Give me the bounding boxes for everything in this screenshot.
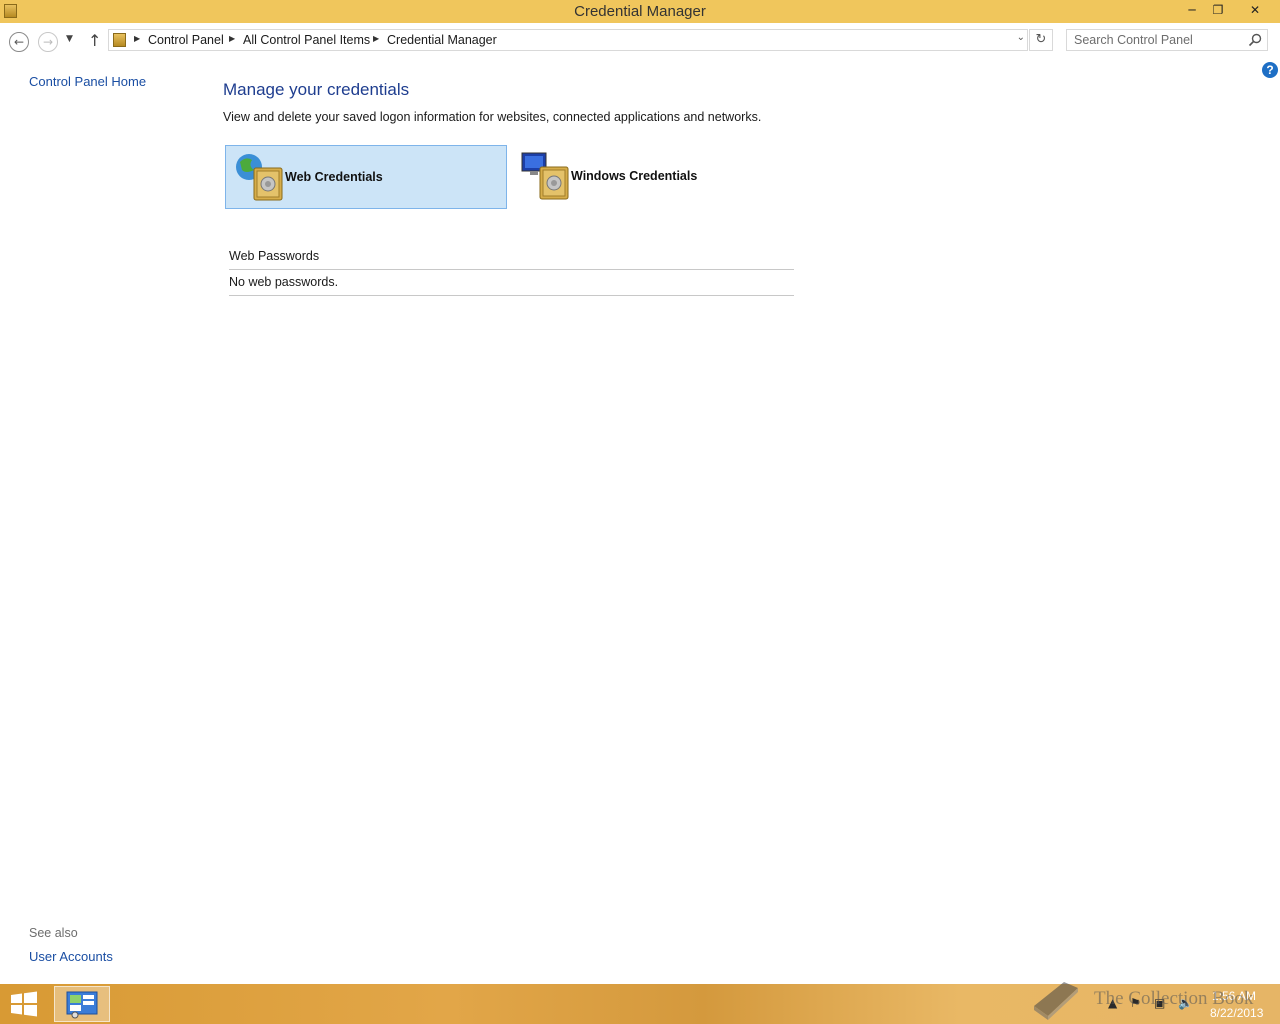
web-credentials-label[interactable]: Web Credentials xyxy=(285,170,383,184)
window-title: Credential Manager xyxy=(574,3,706,20)
user-accounts-link[interactable]: User Accounts xyxy=(29,949,113,964)
web-passwords-header: Web Passwords xyxy=(229,249,320,263)
watermark-text: The Collection Book xyxy=(1094,988,1254,1009)
refresh-button[interactable]: ↻ xyxy=(1029,29,1053,51)
restore-button[interactable]: ❐ xyxy=(1204,0,1232,21)
book-icon xyxy=(1034,982,1078,1020)
minimize-button[interactable]: ─ xyxy=(1178,0,1206,21)
help-icon[interactable]: ? xyxy=(1262,62,1278,78)
control-panel-icon xyxy=(113,33,126,47)
page-description: View and delete your saved logon informa… xyxy=(223,110,762,124)
breadcrumb-separator-icon[interactable]: ▶ xyxy=(134,34,140,43)
control-panel-icon xyxy=(66,991,98,1019)
address-bar[interactable]: ▶ Control Panel ▶ All Control Panel Item… xyxy=(108,29,1028,51)
computer-vault-icon xyxy=(521,152,569,200)
windows-credentials-tile[interactable]: Windows Credentials xyxy=(513,145,795,209)
watermark: The Collection Book xyxy=(1028,976,1278,1022)
globe-vault-icon xyxy=(236,154,283,201)
navigation-bar: ← → ▼ ↑ ▶ Control Panel ▶ All Control Pa… xyxy=(0,23,1280,58)
section-divider xyxy=(229,269,794,270)
address-dropdown-icon[interactable]: ⌄ xyxy=(1017,32,1025,43)
search-input[interactable] xyxy=(1067,30,1243,50)
control-panel-home-link[interactable]: Control Panel Home xyxy=(29,74,146,89)
windows-credentials-label[interactable]: Windows Credentials xyxy=(571,169,697,183)
taskbar-control-panel-app[interactable] xyxy=(54,986,110,1022)
page-title: Manage your credentials xyxy=(223,80,410,99)
search-box[interactable] xyxy=(1066,29,1268,51)
breadcrumb-separator-icon[interactable]: ▶ xyxy=(373,34,379,43)
forward-button[interactable]: → xyxy=(38,32,58,52)
breadcrumb-all-control-panel-items[interactable]: All Control Panel Items xyxy=(243,33,370,47)
breadcrumb-control-panel[interactable]: Control Panel xyxy=(148,33,224,47)
up-button[interactable]: ↑ xyxy=(88,31,101,50)
see-also-heading: See also xyxy=(29,926,78,940)
breadcrumb-credential-manager[interactable]: Credential Manager xyxy=(387,33,497,47)
credential-manager-window: Credential Manager ─ ❐ ✕ ← → ▼ ↑ ▶ Contr… xyxy=(0,0,1280,984)
back-button[interactable]: ← xyxy=(9,32,29,52)
title-bar[interactable]: Credential Manager ─ ❐ ✕ xyxy=(0,0,1280,23)
section-divider xyxy=(229,295,794,296)
windows-start-icon[interactable] xyxy=(8,990,40,1018)
empty-message: No web passwords. xyxy=(229,275,339,289)
web-credentials-tile[interactable]: Web Credentials xyxy=(225,145,507,209)
recent-locations-icon[interactable]: ▼ xyxy=(66,34,73,44)
close-button[interactable]: ✕ xyxy=(1240,0,1270,21)
search-icon[interactable] xyxy=(1248,33,1262,47)
breadcrumb-separator-icon[interactable]: ▶ xyxy=(229,34,235,43)
